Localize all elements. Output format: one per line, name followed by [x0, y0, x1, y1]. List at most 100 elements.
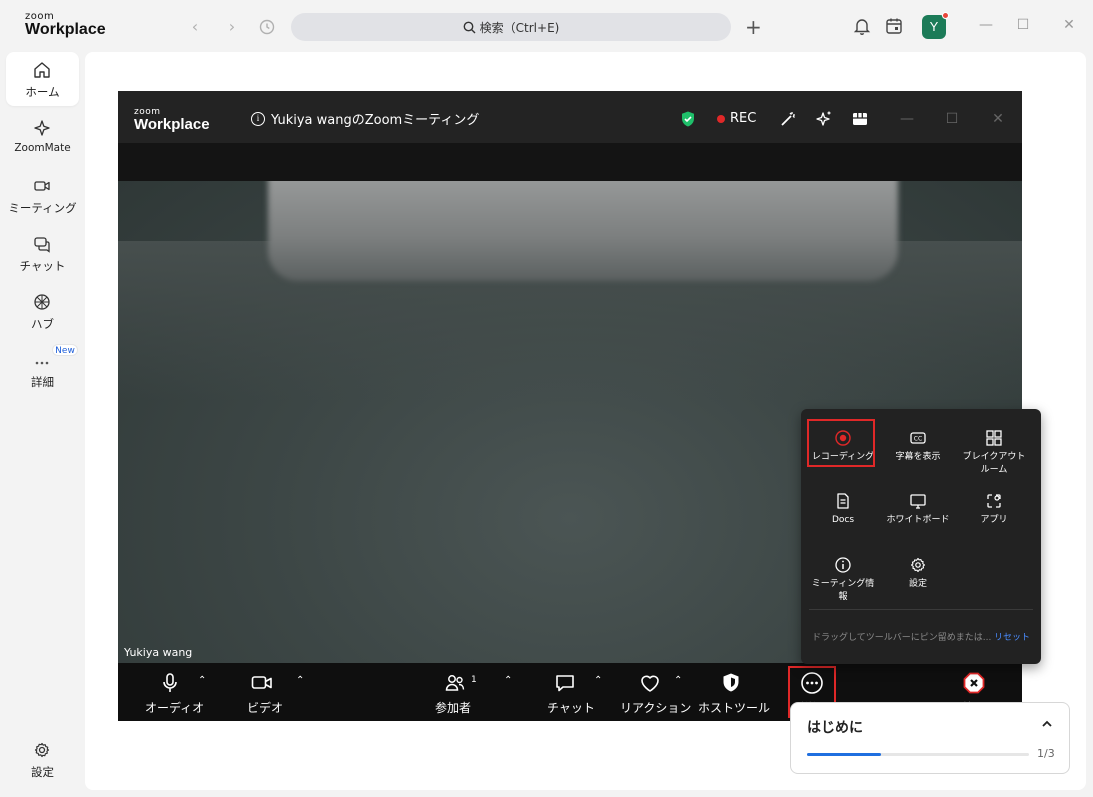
logo-big-text: Workplace	[25, 21, 106, 38]
menu-item-settings[interactable]: 設定	[885, 556, 951, 591]
sidebar-item-hub[interactable]: ハブ	[6, 284, 79, 338]
audio-label: オーディオ	[145, 701, 205, 715]
menu-item-meeting-info[interactable]: ミーティング情報	[810, 556, 876, 604]
top-bar: zoom Workplace ‹ › 検索（Ctrl+E) + Y — ☐ ✕	[0, 0, 1093, 52]
meeting-info-label-line2: 報	[838, 592, 848, 602]
participants-icon	[445, 675, 465, 691]
apps-icon	[987, 494, 1001, 508]
sidebar-item-label: 詳細	[31, 375, 54, 389]
chat-button[interactable]: チャット	[544, 663, 595, 721]
calendar-icon[interactable]	[884, 16, 904, 36]
reactions-options-chevron-icon[interactable]: ⌃	[674, 675, 682, 686]
breakout-label-line1: ブレイクアウト	[962, 452, 1026, 462]
pin-hint-text: ドラッグしてツールバーにピン留めまたは...	[812, 633, 992, 643]
cc-icon: CC	[910, 432, 926, 444]
app-logo: zoom Workplace	[25, 12, 106, 38]
meeting-topic[interactable]: i Yukiya wangのZoomミーティング	[251, 109, 479, 128]
sidebar-item-settings[interactable]: 設定	[6, 732, 79, 786]
svg-text:CC: CC	[914, 436, 922, 443]
avatar[interactable]: Y	[922, 15, 946, 39]
settings-label: 設定	[908, 579, 927, 589]
history-icon[interactable]	[256, 16, 278, 38]
end-meeting-icon	[963, 672, 985, 694]
sidebar-item-home[interactable]: ホーム	[6, 52, 79, 106]
shield-icon	[723, 673, 739, 692]
plus-icon[interactable]: +	[745, 15, 762, 39]
meeting-topic-text: Yukiya wangのZoomミーティング	[271, 113, 480, 128]
participants-label: 参加者	[435, 701, 472, 715]
sidebar-item-label: ホーム	[25, 85, 60, 99]
reactions-button[interactable]: リアクション	[620, 663, 691, 721]
rec-dot-icon	[717, 114, 725, 123]
sidebar-item-label: ミーティング	[8, 201, 77, 215]
menu-item-apps[interactable]: アプリ	[961, 492, 1027, 527]
chat-options-chevron-icon[interactable]: ⌃	[594, 675, 602, 686]
rec-indicator[interactable]: REC	[717, 111, 756, 126]
bell-icon[interactable]	[852, 16, 872, 36]
reset-link[interactable]: リセット	[994, 630, 1030, 643]
participants-options-chevron-icon[interactable]: ⌃	[504, 675, 512, 686]
sidebar: ホーム ZoomMate ミーティング チャット ハブ 詳細 設定	[0, 52, 85, 797]
hub-icon	[34, 294, 50, 310]
search-bar[interactable]: 検索（Ctrl+E)	[291, 13, 731, 41]
docs-label: Docs	[831, 515, 855, 525]
meeting-maximize-icon[interactable]: ☐	[944, 111, 960, 127]
host-tools-button[interactable]: ホストツール	[698, 663, 770, 721]
encryption-shield-icon[interactable]	[679, 110, 697, 128]
rec-label: REC	[730, 111, 757, 126]
menu-item-breakout-rooms[interactable]: ブレイクアウト ルーム	[961, 429, 1027, 477]
chat-icon	[34, 237, 50, 253]
audio-options-chevron-icon[interactable]: ⌃	[198, 675, 206, 686]
sidebar-item-label: 設定	[31, 765, 54, 779]
search-label: 検索（Ctrl+E)	[479, 20, 560, 35]
chevron-up-icon[interactable]	[1040, 717, 1054, 731]
forward-icon[interactable]: ›	[221, 16, 243, 38]
menu-divider	[809, 609, 1033, 610]
chat-bubble-icon	[556, 675, 574, 692]
back-icon[interactable]: ‹	[184, 16, 206, 38]
view-grid-icon[interactable]	[851, 110, 869, 128]
meeting-top-strip	[118, 143, 1022, 181]
maximize-icon[interactable]: ☐	[1013, 17, 1033, 33]
video-options-chevron-icon[interactable]: ⌃	[296, 675, 304, 686]
meeting-logo-big: Workplace	[134, 116, 210, 133]
sidebar-item-chat[interactable]: チャット	[6, 226, 79, 280]
info-icon	[835, 557, 851, 573]
magic-wand-icon[interactable]	[779, 110, 797, 128]
minimize-icon[interactable]: —	[976, 17, 996, 33]
camera-icon	[251, 676, 272, 689]
more-icon	[35, 361, 49, 365]
heart-icon	[641, 675, 659, 692]
sidebar-item-zoommate[interactable]: ZoomMate	[6, 110, 79, 164]
meeting-logo: zoom Workplace	[134, 108, 210, 133]
whiteboard-icon	[910, 494, 926, 509]
progress-bar	[807, 753, 1029, 756]
host-tools-label: ホストツール	[698, 701, 771, 715]
progress-text: 1/3	[1037, 747, 1055, 760]
meeting-info-label-line1: ミーティング情	[811, 579, 875, 589]
menu-item-docs[interactable]: Docs	[810, 492, 876, 527]
close-icon[interactable]: ✕	[1059, 17, 1079, 33]
docs-icon	[837, 493, 849, 509]
meeting-minimize-icon[interactable]: —	[899, 111, 915, 127]
sidebar-item-label: チャット	[19, 259, 66, 273]
menu-item-captions[interactable]: CC 字幕を表示	[885, 429, 951, 464]
avatar-status-dot	[942, 12, 949, 19]
apps-label: アプリ	[980, 515, 1008, 525]
new-badge: New	[52, 344, 78, 356]
participants-button[interactable]: 参加者	[431, 663, 479, 721]
sparkle-icon	[34, 120, 50, 136]
video-button[interactable]: ビデオ	[244, 663, 284, 721]
menu-item-whiteboard[interactable]: ホワイトボード	[885, 492, 951, 527]
participants-count: 1	[471, 675, 477, 685]
microphone-icon	[163, 673, 177, 692]
audio-button[interactable]: オーディオ	[142, 663, 204, 721]
ai-sparkle-icon[interactable]	[815, 110, 833, 128]
reactions-label: リアクション	[620, 701, 692, 715]
getting-started-title: はじめに	[807, 720, 863, 736]
getting-started-card[interactable]: はじめに 1/3	[790, 702, 1070, 774]
meeting-close-icon[interactable]: ✕	[990, 111, 1006, 127]
sidebar-item-meetings[interactable]: ミーティング	[6, 168, 79, 222]
breakout-rooms-icon	[986, 430, 1002, 446]
sidebar-item-label: ZoomMate	[14, 142, 71, 154]
